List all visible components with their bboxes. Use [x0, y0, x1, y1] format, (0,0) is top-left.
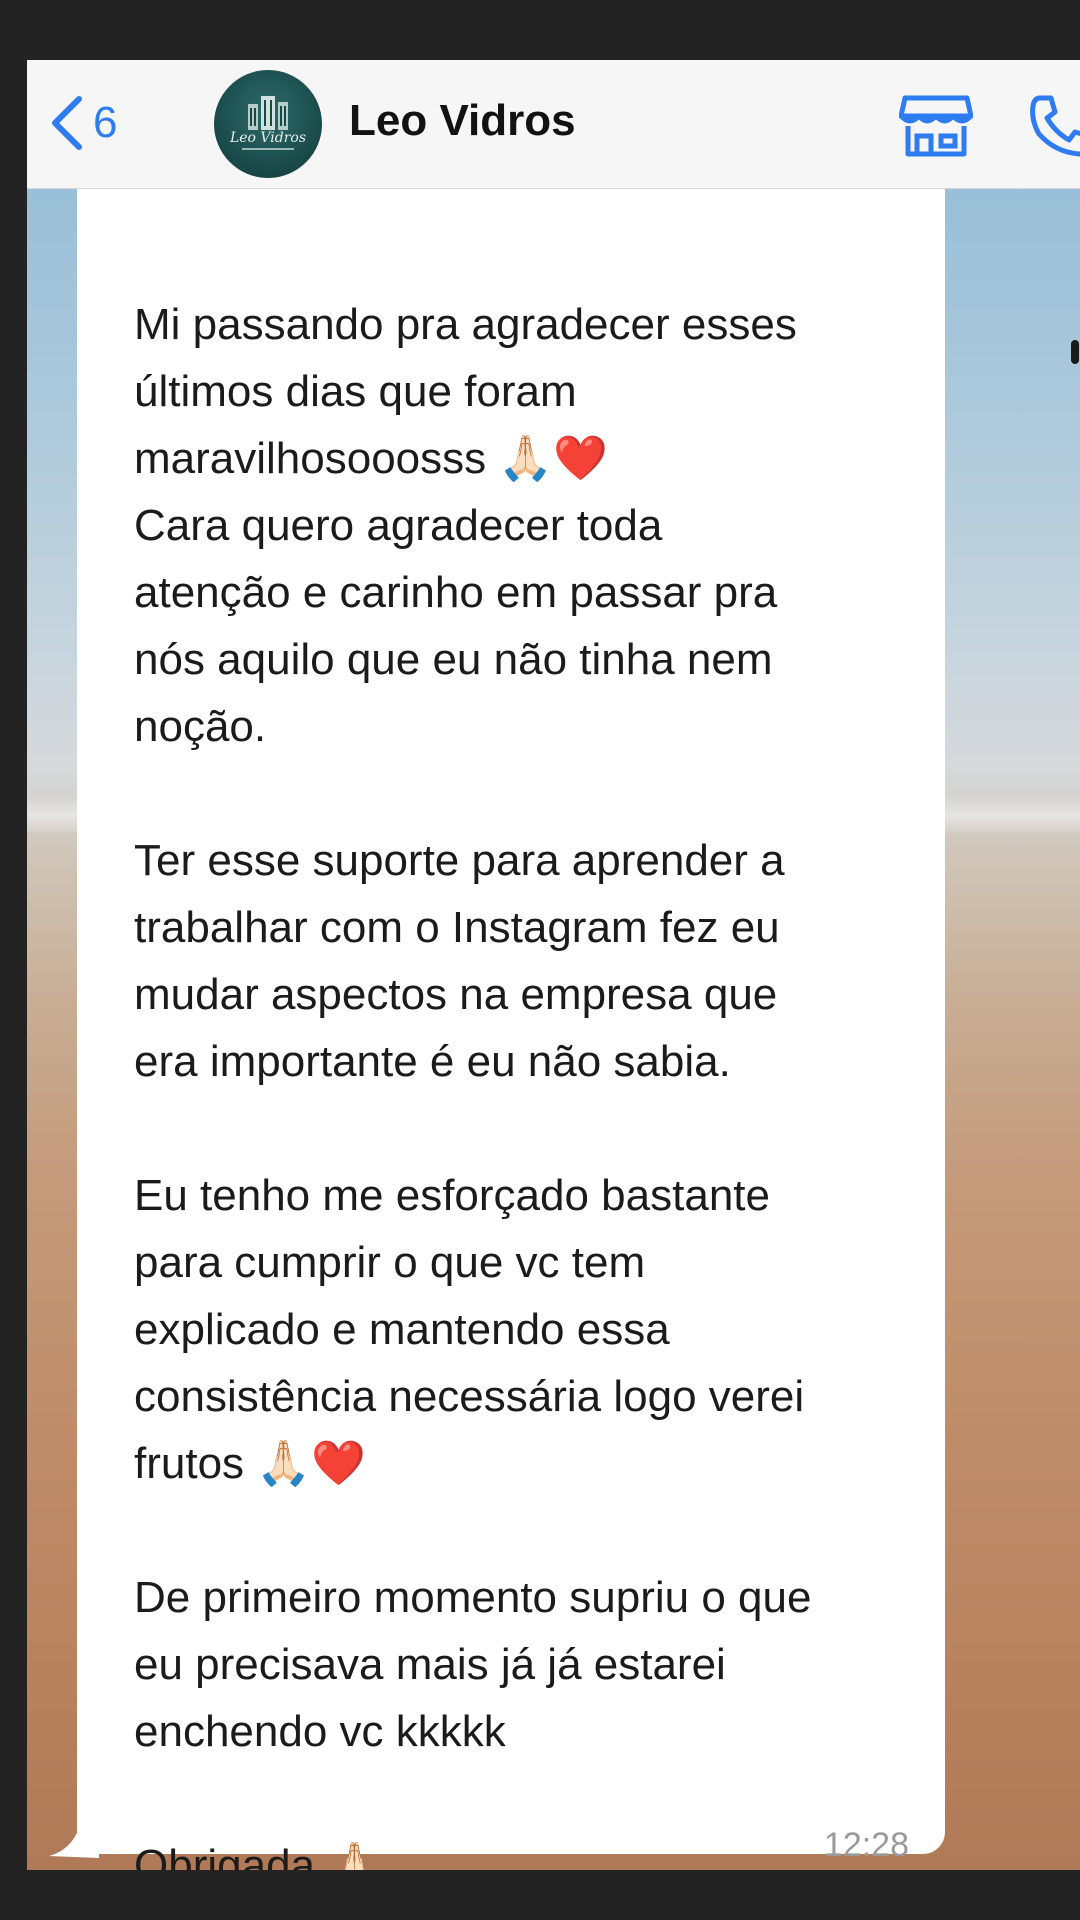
back-button[interactable]: 6 [49, 88, 117, 158]
message-timestamp: 12:28 [823, 1826, 909, 1864]
message-bubble[interactable]: Mi passando pra agradecer esses últimos … [77, 188, 945, 1870]
chevron-left-icon [52, 96, 82, 150]
background-mark [1071, 340, 1079, 364]
phone-icon[interactable] [1025, 90, 1080, 160]
contact-name[interactable]: Leo Vidros [349, 96, 576, 146]
building-logo-icon [242, 96, 294, 150]
chat-screen: 6 Leo Vidros Leo Vidros Mi passando pra … [27, 60, 1080, 1870]
store-icon[interactable] [899, 92, 973, 158]
avatar[interactable]: Leo Vidros [214, 70, 322, 178]
avatar-logo-text: Leo Vidros [229, 130, 307, 146]
unread-count: 6 [93, 98, 118, 147]
message-text: Mi passando pra agradecer esses últimos … [134, 300, 812, 1870]
chat-header: 6 Leo Vidros Leo Vidros [27, 60, 1080, 189]
